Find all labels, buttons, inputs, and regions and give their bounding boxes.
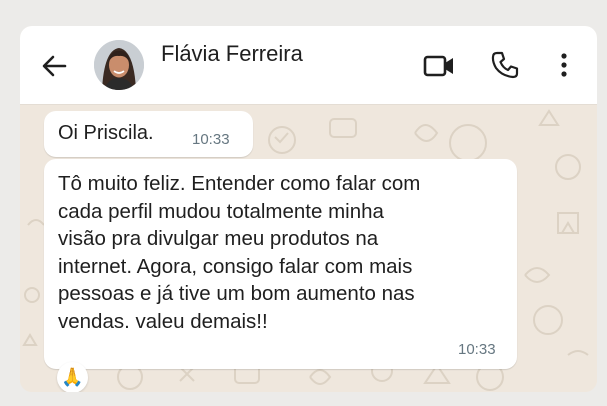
phone-call-icon[interactable] (490, 50, 520, 80)
chat-header: Flávia Ferreira (20, 26, 597, 105)
message-bubble-incoming[interactable]: Oi Priscila. 10:33 (44, 111, 253, 157)
back-arrow-icon[interactable] (40, 52, 68, 80)
message-bubble-incoming[interactable]: Tô muito feliz. Entender como falar com … (44, 159, 517, 369)
message-timestamp: 10:33 (192, 131, 230, 148)
more-options-icon[interactable] (557, 50, 571, 80)
reaction-praying-hands-icon[interactable]: 🙏 (57, 362, 88, 392)
chat-window: Flávia Ferreira Oi Priscila. 10:33 Tô mu… (20, 26, 597, 392)
chat-area[interactable]: Oi Priscila. 10:33 Tô muito feliz. Enten… (20, 105, 597, 392)
avatar-photo (94, 40, 144, 90)
video-call-icon[interactable] (423, 52, 455, 80)
message-text: Tô muito feliz. Entender como falar com … (58, 172, 421, 333)
message-text: Oi Priscila. (58, 122, 154, 144)
contact-name[interactable]: Flávia Ferreira (161, 41, 303, 67)
avatar[interactable] (94, 40, 144, 90)
message-timestamp: 10:33 (458, 341, 496, 358)
screenshot-frame: Flávia Ferreira Oi Priscila. 10:33 Tô mu… (6, 6, 601, 400)
